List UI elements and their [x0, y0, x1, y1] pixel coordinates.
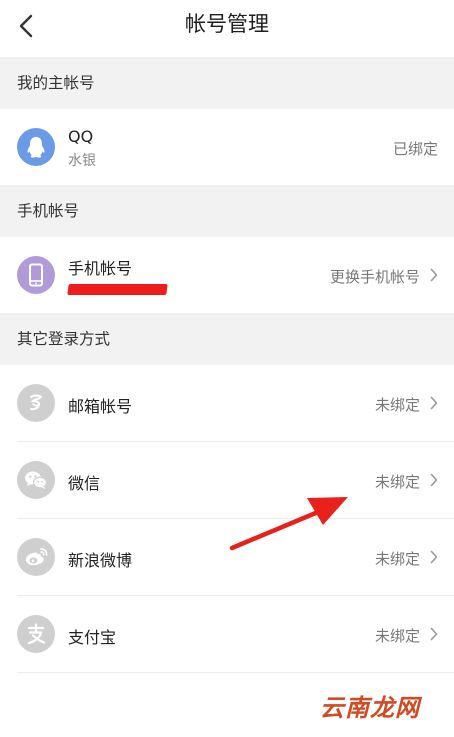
- wechat-icon: [17, 461, 55, 499]
- login-row-email[interactable]: 邮箱帐号 未绑定: [0, 365, 454, 442]
- login-method-name: 邮箱帐号: [68, 397, 133, 416]
- email-logo-icon: [17, 384, 55, 422]
- bind-status: 已绑定: [392, 140, 438, 158]
- mobile-phone-icon: [17, 256, 55, 294]
- alipay-icon: [17, 615, 55, 653]
- account-name: QQ: [68, 127, 94, 146]
- login-method-name: 微信: [68, 474, 101, 493]
- login-row-alipay[interactable]: 支付宝 未绑定: [0, 596, 454, 673]
- bind-status: 未绑定: [374, 473, 420, 491]
- bind-status: 未绑定: [374, 627, 420, 645]
- account-name: 手机帐号: [68, 259, 133, 278]
- nav-header: 帐号管理: [0, 0, 454, 57]
- section-header-other-login: 其它登录方式: [0, 313, 454, 365]
- watermark-logo: 云南龙网: [320, 693, 420, 722]
- divider: [17, 672, 454, 673]
- login-row-wechat[interactable]: 微信 未绑定: [0, 442, 454, 519]
- account-nickname: 水银: [68, 153, 96, 169]
- account-row-phone[interactable]: 手机帐号 更换手机帐号: [0, 237, 454, 313]
- login-method-name: 支付宝: [68, 628, 117, 647]
- redacted-phone-number: [67, 284, 168, 295]
- login-row-weibo[interactable]: 新浪微博 未绑定: [0, 519, 454, 596]
- qq-penguin-icon: [17, 128, 55, 166]
- page-title: 帐号管理: [185, 12, 269, 36]
- section-header-main-account: 我的主帐号: [0, 57, 454, 109]
- weibo-icon: [17, 538, 55, 576]
- section-title: 我的主帐号: [17, 74, 95, 92]
- change-phone-link[interactable]: 更换手机帐号: [330, 266, 420, 287]
- account-row-qq[interactable]: QQ 水银 已绑定: [0, 109, 454, 185]
- bind-status: 未绑定: [374, 396, 420, 414]
- section-title: 手机帐号: [17, 202, 80, 220]
- chevron-right-icon: [430, 473, 438, 487]
- section-title: 其它登录方式: [17, 330, 111, 348]
- chevron-right-icon: [430, 550, 438, 564]
- chevron-right-icon: [430, 396, 438, 410]
- login-method-name: 新浪微博: [68, 551, 133, 570]
- bind-status: 未绑定: [374, 550, 420, 568]
- section-header-phone: 手机帐号: [0, 185, 454, 237]
- chevron-right-icon: [430, 268, 438, 282]
- chevron-right-icon: [430, 627, 438, 641]
